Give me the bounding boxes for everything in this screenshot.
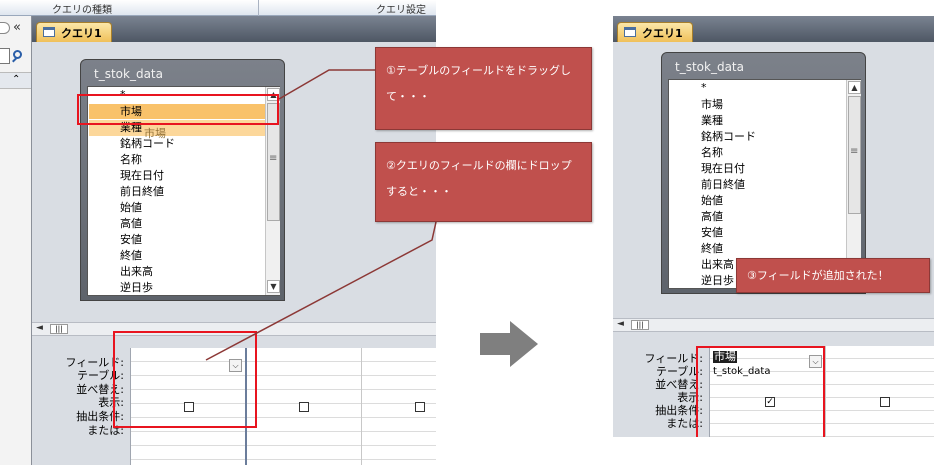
- nav-back-button[interactable]: [0, 22, 10, 34]
- tab-query1[interactable]: クエリ1: [617, 22, 693, 42]
- field-item[interactable]: 終値: [120, 248, 142, 263]
- arrow-right-icon: [480, 321, 538, 367]
- query-icon-bar: [624, 27, 636, 30]
- query-settings-group-label: クエリ設定: [376, 5, 426, 16]
- highlight-source-field: [77, 94, 279, 125]
- field-item[interactable]: 名称: [701, 145, 723, 160]
- field-item[interactable]: 高値: [120, 216, 142, 231]
- field-item[interactable]: 出来高: [120, 264, 153, 279]
- search-icon-handle: [12, 57, 17, 63]
- field-item[interactable]: 現在日付: [701, 161, 745, 176]
- document-tab-bar: クエリ1: [613, 16, 934, 42]
- field-item[interactable]: 前日終値: [120, 184, 164, 199]
- tab-query1[interactable]: クエリ1: [36, 22, 112, 42]
- field-item[interactable]: 銘柄コード: [701, 129, 756, 144]
- ribbon-divider: [258, 0, 259, 16]
- callout-step1: ①テーブルのフィールドをドラッグし て・・・: [375, 47, 592, 130]
- scroll-left-icon[interactable]: ◄: [617, 319, 624, 329]
- navigation-pane: « ⌃: [0, 16, 32, 465]
- nav-search-input[interactable]: [0, 48, 10, 64]
- row-label-field: フィールド:: [644, 352, 704, 365]
- column-divider: [361, 348, 362, 465]
- field-item[interactable]: 前日終値: [701, 177, 745, 192]
- scroll-down-icon[interactable]: ▼: [267, 280, 280, 293]
- callout-step2: ②クエリのフィールドの欄にドロップ すると・・・: [375, 142, 592, 222]
- highlight-added-field: [696, 346, 825, 437]
- callout-step1-line2: て・・・: [386, 90, 430, 103]
- nav-section-header[interactable]: ⌃: [0, 72, 31, 89]
- field-item[interactable]: 逆日歩: [120, 280, 153, 295]
- field-item[interactable]: 始値: [120, 200, 142, 215]
- after-panel: クエリ1 t_stok_data * 市場 業種 銘柄コード 名称 現在日付 前…: [613, 16, 934, 437]
- hscroll-thumb[interactable]: |||: [50, 324, 68, 334]
- callout-step2-line1: ②クエリのフィールドの欄にドロップ: [386, 159, 572, 172]
- field-item[interactable]: 安値: [701, 225, 723, 240]
- field-item[interactable]: 名称: [120, 152, 142, 167]
- field-item[interactable]: 終値: [701, 241, 723, 256]
- callout-step2-line2: すると・・・: [386, 185, 452, 198]
- field-item[interactable]: *: [701, 80, 707, 95]
- highlight-target-column: [113, 331, 257, 428]
- callout-step3-text: ③フィールドが追加された！: [747, 269, 889, 282]
- field-list-title: t_stok_data: [675, 60, 744, 74]
- scroll-up-icon[interactable]: ▲: [848, 81, 861, 94]
- before-panel: クエリの種類 クエリ設定 « ⌃ クエリ1 t_stok_data * 市場 業…: [0, 0, 436, 465]
- field-list-scrollbar[interactable]: ▲ ≡ ▼: [846, 80, 861, 288]
- scroll-left-icon[interactable]: ◄: [36, 323, 43, 333]
- scroll-grip-icon: ≡: [269, 153, 278, 164]
- field-item[interactable]: 出来高: [701, 257, 734, 272]
- tab-label: クエリ1: [61, 27, 102, 40]
- field-item[interactable]: 始値: [701, 193, 723, 208]
- field-item[interactable]: 現在日付: [120, 168, 164, 183]
- field-item[interactable]: 市場: [701, 97, 723, 112]
- show-checkbox[interactable]: [880, 397, 890, 407]
- ribbon-bar: クエリの種類 クエリ設定: [0, 0, 436, 16]
- callout-step3: ③フィールドが追加された！: [736, 258, 930, 293]
- callout-step1-line1: ①テーブルのフィールドをドラッグし: [386, 64, 571, 77]
- table-area-hscroll[interactable]: ◄ |||: [613, 318, 934, 332]
- nav-collapse-button[interactable]: «: [13, 20, 21, 35]
- field-item[interactable]: 安値: [120, 232, 142, 247]
- field-item[interactable]: 高値: [701, 209, 723, 224]
- scroll-grip-icon: ≡: [850, 146, 859, 157]
- tab-label: クエリ1: [642, 27, 683, 40]
- hscroll-thumb[interactable]: |||: [631, 320, 649, 330]
- query-icon-bar: [43, 27, 55, 30]
- field-item[interactable]: 銘柄コード: [120, 136, 175, 151]
- query-type-group-label: クエリの種類: [52, 5, 112, 16]
- field-list-title: t_stok_data: [94, 67, 163, 81]
- chevron-up-icon: ⌃: [12, 74, 21, 85]
- show-checkbox[interactable]: [299, 402, 309, 412]
- document-tab-bar: クエリ1: [32, 16, 436, 42]
- show-checkbox[interactable]: [415, 402, 425, 412]
- field-item[interactable]: 業種: [701, 113, 723, 128]
- column-divider: [825, 346, 826, 437]
- field-item[interactable]: 逆日歩: [701, 273, 734, 288]
